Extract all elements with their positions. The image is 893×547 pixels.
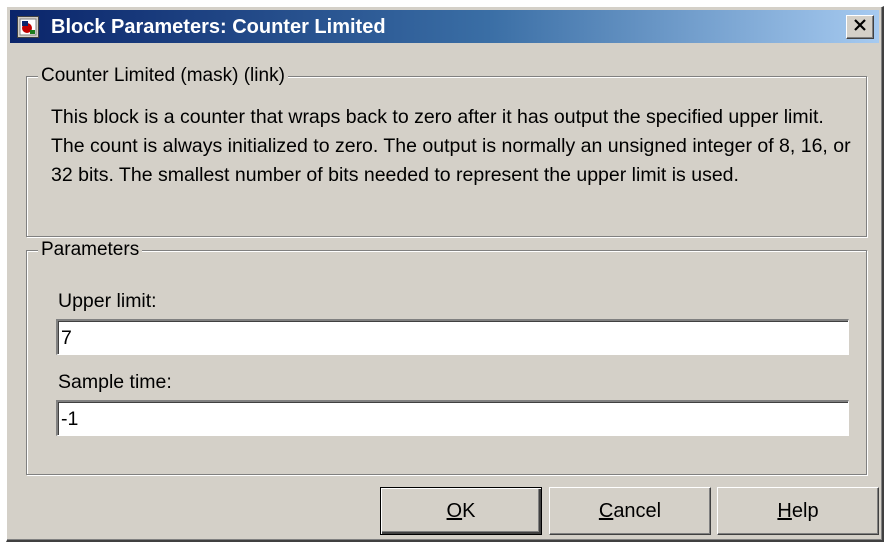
sample-time-label: Sample time: [58,371,172,393]
close-icon [853,18,867,36]
cancel-button-label: Cancel [599,500,661,523]
cancel-mnemonic: C [598,499,614,522]
help-label-rest: elp [791,499,819,522]
cancel-label-rest: ancel [613,499,662,522]
description-legend: Counter Limited (mask) (link) [38,65,288,87]
ok-button[interactable]: OK [380,487,542,535]
parameters-legend: Parameters [38,239,143,261]
block-parameters-dialog: Block Parameters: Counter Limited Counte… [6,6,884,542]
ok-mnemonic: O [446,499,463,522]
help-button-label: Help [777,500,818,523]
upper-limit-label: Upper limit: [58,290,157,312]
description-group: Counter Limited (mask) (link) This block… [26,65,867,237]
block-description: This block is a counter that wraps back … [51,106,851,186]
help-mnemonic: H [777,499,792,522]
parameters-group: Parameters Upper limit: Sample time: [26,239,867,475]
ok-label-rest: K [462,499,476,522]
window-title: Block Parameters: Counter Limited [51,16,386,38]
close-button[interactable] [846,15,874,39]
help-button[interactable]: Help [717,487,879,535]
sample-time-input[interactable] [56,400,849,436]
simulink-block-icon [17,16,39,38]
cancel-button[interactable]: Cancel [549,487,711,535]
ok-button-label: OK [447,500,476,523]
title-bar[interactable]: Block Parameters: Counter Limited [10,10,879,43]
upper-limit-input[interactable] [56,319,849,355]
